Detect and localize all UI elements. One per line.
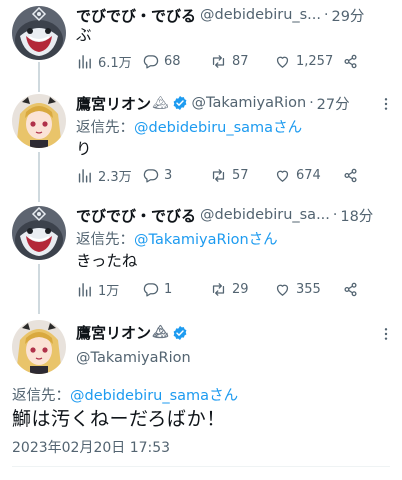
heart-icon: [276, 170, 289, 182]
main-tweet-text: 鰤は汚くねーだろばか！: [12, 408, 226, 430]
user-handle[interactable]: @debidebiru_s...: [200, 7, 321, 23]
heart-icon: [276, 56, 289, 68]
bar-chart-icon: [78, 54, 91, 69]
reply-to-prefix: 返信先：: [76, 232, 134, 248]
tweet-time[interactable]: 29分: [331, 5, 364, 26]
views-button[interactable]: 6.1万: [76, 52, 142, 71]
reply-to-prefix: 返信先：: [76, 120, 134, 136]
like-count: 674: [296, 167, 321, 183]
user-handle[interactable]: @TakamiyaRion: [192, 95, 307, 111]
more-options-icon[interactable]: [378, 326, 394, 342]
display-name[interactable]: 鷹宮リオン: [76, 93, 151, 114]
share-icon: [344, 282, 357, 296]
mountain-emoji: 🏔: [152, 325, 169, 340]
reply-count: 68: [164, 53, 181, 69]
views-count: 6.1万: [98, 55, 132, 71]
action-bar: 6.1万 68 87 1,257: [76, 51, 366, 71]
display-name[interactable]: 鷹宮リオン: [76, 322, 151, 343]
views-button[interactable]: 1万: [76, 280, 142, 299]
like-button[interactable]: 674: [274, 167, 342, 184]
user-handle[interactable]: @TakamiyaRion: [76, 350, 191, 366]
verified-badge-icon: [172, 325, 188, 341]
main-tweet-author[interactable]: 鷹宮リオン 🏔: [76, 322, 188, 343]
retweet-button[interactable]: 57: [210, 167, 274, 184]
bar-chart-icon: [78, 282, 91, 297]
more-options-icon[interactable]: [378, 96, 394, 112]
reply-bubble-icon: [143, 168, 159, 183]
reply-button[interactable]: 68: [142, 53, 210, 70]
action-bar: 1万 1 29 355: [76, 279, 366, 299]
heart-icon: [276, 284, 289, 296]
retweet-count: 29: [232, 281, 249, 297]
retweet-button[interactable]: 29: [210, 281, 274, 298]
mountain-emoji: 🏔: [152, 95, 169, 111]
display-name[interactable]: でびでび・でびる: [76, 205, 196, 226]
reply-count: 3: [164, 167, 173, 183]
blonde-girl-avatar[interactable]: [12, 320, 66, 374]
share-button[interactable]: [342, 281, 359, 298]
tweet-text: り: [76, 140, 92, 158]
retweet-icon: [212, 282, 225, 296]
separator-dot: ·: [309, 95, 314, 111]
tweet-time[interactable]: 18分: [340, 205, 373, 226]
reply-to-line: 返信先：@debidebiru_samaさん: [12, 384, 238, 405]
reply-bubble-icon: [143, 54, 159, 69]
reply-to-handle-link[interactable]: @TakamiyaRionさん: [134, 232, 278, 248]
reply-button[interactable]: 3: [142, 167, 210, 184]
like-button[interactable]: 355: [274, 281, 342, 298]
devil-avatar[interactable]: [12, 6, 66, 60]
reply-bubble-icon: [143, 282, 159, 297]
tweet-text: ぶ: [76, 26, 92, 44]
like-button[interactable]: 1,257: [274, 53, 342, 70]
display-name[interactable]: でびでび・でびる: [76, 5, 196, 26]
blonde-girl-avatar[interactable]: [12, 94, 66, 148]
tweet-3[interactable]: でびでび・でびる @debidebiru_sa... · 18分 返信先：@Ta…: [0, 204, 402, 314]
retweet-icon: [212, 168, 225, 182]
like-count: 355: [296, 281, 321, 297]
tweet-text: きったね: [76, 252, 138, 270]
retweet-count: 57: [232, 167, 249, 183]
like-count: 1,257: [296, 53, 334, 69]
retweet-button[interactable]: 87: [210, 53, 274, 70]
user-handle[interactable]: @debidebiru_sa...: [200, 207, 330, 223]
separator-dot: ·: [332, 207, 338, 223]
separator-dot: ·: [324, 7, 329, 23]
retweet-count: 87: [232, 53, 249, 69]
devil-avatar[interactable]: [12, 206, 66, 260]
reply-to-line: 返信先：@TakamiyaRionさん: [76, 228, 278, 249]
retweet-icon: [212, 54, 225, 68]
reply-to-handle-link[interactable]: @debidebiru_samaさん: [134, 120, 302, 136]
views-button[interactable]: 2.3万: [76, 166, 142, 185]
reply-to-line: 返信先：@debidebiru_samaさん: [76, 116, 302, 137]
share-button[interactable]: [342, 53, 359, 70]
views-count: 1万: [98, 283, 120, 299]
reply-to-handle-link[interactable]: @debidebiru_samaさん: [70, 388, 238, 404]
share-button[interactable]: [342, 167, 359, 184]
divider: [12, 466, 390, 467]
tweet-time[interactable]: 27分: [317, 93, 350, 114]
reply-count: 1: [164, 281, 173, 297]
tweet-1[interactable]: でびでび・でびる @debidebiru_s... · 29分 ぶ 6.1万 6…: [0, 0, 402, 90]
tweet-2[interactable]: 鷹宮リオン 🏔 @TakamiyaRion · 27分 返信先：@debideb…: [0, 92, 402, 202]
reply-button[interactable]: 1: [142, 281, 210, 298]
share-icon: [344, 54, 357, 68]
action-bar: 2.3万 3 57 674: [76, 165, 366, 185]
tweet-timestamp[interactable]: 2023年02月20日 17:53: [12, 437, 170, 457]
share-icon: [344, 168, 357, 182]
views-count: 2.3万: [98, 169, 132, 185]
verified-badge-icon: [172, 95, 188, 111]
reply-to-prefix: 返信先：: [12, 388, 70, 404]
bar-chart-icon: [78, 168, 91, 183]
